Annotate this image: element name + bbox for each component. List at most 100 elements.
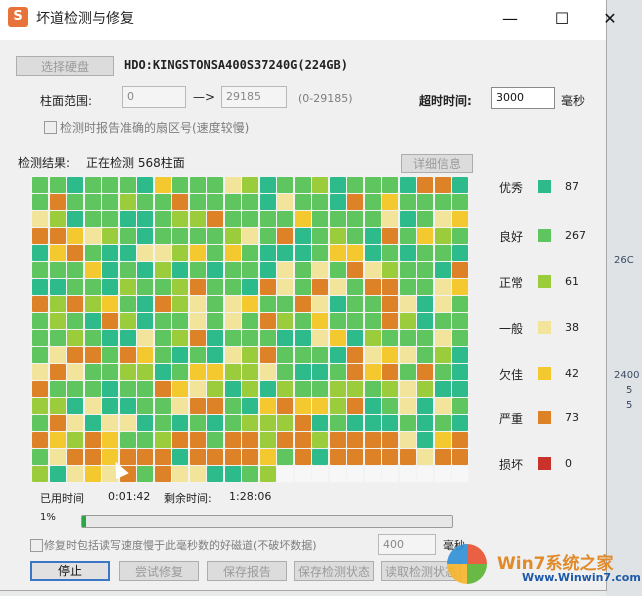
sector-cell [329, 364, 346, 380]
sector-cell [84, 330, 101, 346]
sector-cell [84, 415, 101, 431]
sector-cell [452, 415, 468, 431]
stop-button[interactable]: 停止 [30, 561, 110, 581]
sector-cell [67, 313, 83, 329]
range-end-input[interactable]: 29185 [221, 86, 287, 108]
sector-cell [119, 398, 136, 414]
sector-cell [294, 381, 311, 397]
sector-cell [364, 466, 381, 482]
sector-cell [294, 313, 311, 329]
sector-cell [364, 296, 381, 312]
sector-cell [242, 245, 258, 261]
sector-cell [84, 296, 101, 312]
sector-cell [259, 211, 276, 227]
sector-cell [382, 177, 398, 193]
sector-cell [137, 211, 153, 227]
sector-cell [417, 177, 433, 193]
sector-cell [154, 279, 171, 295]
sector-cell [172, 194, 188, 210]
repair-ms-input[interactable]: 400 [378, 534, 436, 555]
legend-count: 0 [565, 457, 572, 470]
sector-cell [242, 262, 258, 278]
sector-cell [312, 364, 328, 380]
retry-repair-button[interactable]: 尝试修复 [119, 561, 199, 581]
sector-cell [399, 398, 416, 414]
sector-cell [242, 466, 258, 482]
maximize-icon[interactable]: ☐ [544, 6, 580, 32]
sector-cell [207, 279, 223, 295]
window-title: 坏道检测与修复 [36, 11, 134, 27]
sector-cell [259, 330, 276, 346]
timeout-input[interactable]: 3000 [491, 87, 555, 109]
sector-cell [329, 330, 346, 346]
sector-cell [242, 364, 258, 380]
result-status: 正在检测 568柱面 [86, 156, 185, 170]
legend-label: 一般 [499, 322, 524, 336]
close-icon[interactable]: ✕ [592, 6, 628, 32]
sector-cell [382, 245, 398, 261]
sector-cell [224, 313, 241, 329]
sector-cell [32, 432, 48, 448]
sector-cell [434, 347, 451, 363]
sector-cell [102, 364, 118, 380]
sector-cell [154, 466, 171, 482]
legend-count: 87 [565, 180, 579, 193]
report-sector-checkbox[interactable] [44, 121, 57, 134]
legend-swatch [538, 229, 551, 242]
sector-cell [329, 347, 346, 363]
sector-cell [67, 296, 83, 312]
sector-cell [32, 177, 48, 193]
sector-cell [67, 449, 83, 465]
sector-cell [32, 347, 48, 363]
sector-cell [119, 381, 136, 397]
sector-cell [364, 330, 381, 346]
sector-cell [102, 415, 118, 431]
sector-cell [67, 415, 83, 431]
sector-cell [329, 449, 346, 465]
remaining-time-label: 剩余时间: [164, 492, 212, 505]
sector-cell [329, 211, 346, 227]
sector-cell [277, 381, 293, 397]
sector-cell [84, 177, 101, 193]
repair-slow-checkbox[interactable] [30, 539, 43, 552]
sector-cell [84, 228, 101, 244]
sector-cell [67, 330, 83, 346]
sector-cell [154, 194, 171, 210]
minimize-icon[interactable]: — [492, 6, 528, 32]
sector-cell [207, 228, 223, 244]
sector-cell [119, 415, 136, 431]
detail-info-button[interactable]: 详细信息 [401, 154, 473, 173]
watermark-url: Www.Winwin7.com [522, 571, 641, 584]
sector-cell [399, 245, 416, 261]
sector-cell [67, 211, 83, 227]
sector-cell [172, 398, 188, 414]
sector-cell [329, 313, 346, 329]
sector-cell [294, 330, 311, 346]
background-text: 2400 [614, 370, 640, 381]
sector-cell [224, 296, 241, 312]
sector-cell [242, 177, 258, 193]
sector-cell [452, 364, 468, 380]
sector-cell [154, 211, 171, 227]
save-state-button[interactable]: 保存检测状态 [294, 561, 374, 581]
select-disk-button[interactable]: 选择硬盘 [16, 56, 114, 76]
sector-cell [347, 449, 363, 465]
sector-cell [242, 194, 258, 210]
sector-cell [347, 347, 363, 363]
sector-cell [294, 245, 311, 261]
sector-cell [399, 313, 416, 329]
sector-cell [312, 432, 328, 448]
background-text: 5 [626, 400, 633, 411]
range-start-input[interactable]: 0 [122, 86, 186, 108]
sector-cell [452, 313, 468, 329]
sector-cell [67, 245, 83, 261]
sector-cell [277, 398, 293, 414]
sector-cell [49, 228, 66, 244]
progress-bar [81, 515, 453, 528]
save-report-button[interactable]: 保存报告 [207, 561, 287, 581]
sector-cell [32, 466, 48, 482]
sector-cell [364, 262, 381, 278]
sector-cell [102, 194, 118, 210]
sector-cell [259, 449, 276, 465]
sector-cell [347, 279, 363, 295]
